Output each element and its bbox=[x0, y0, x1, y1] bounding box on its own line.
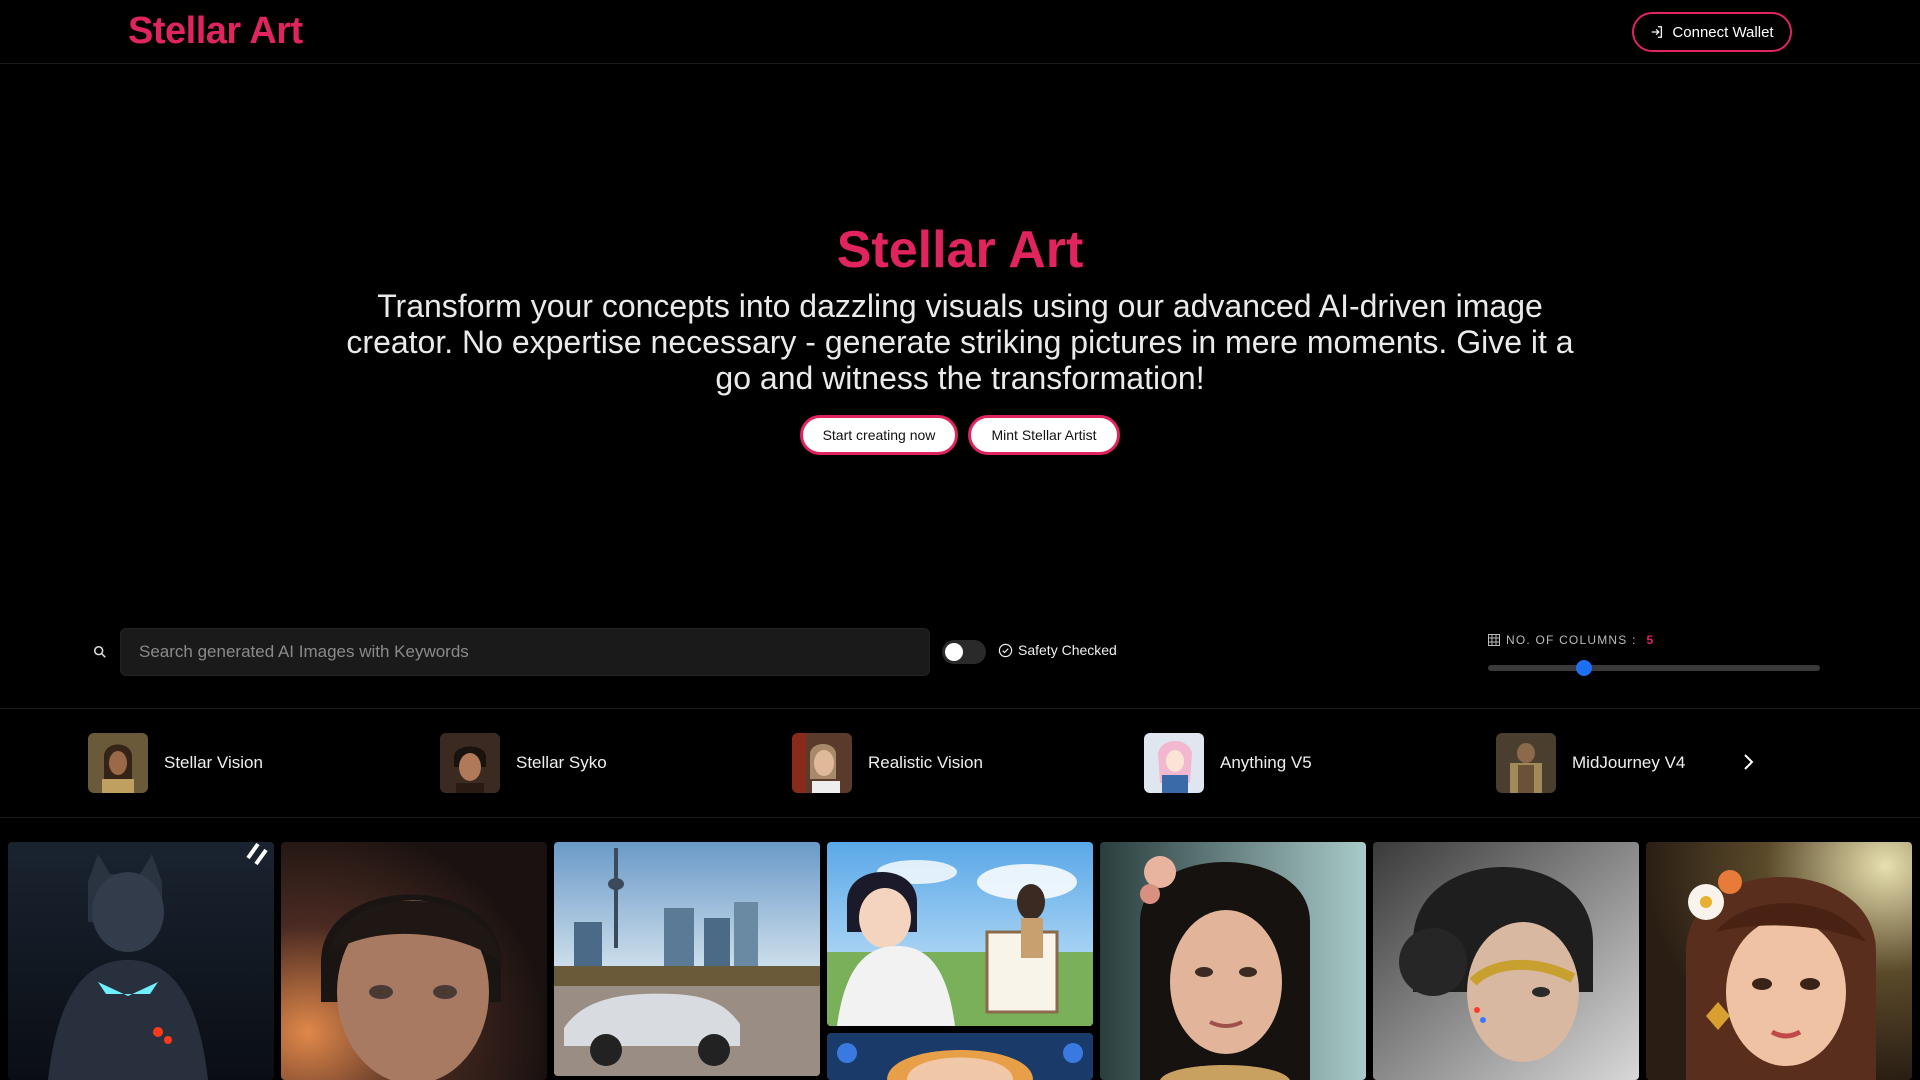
model-name: Realistic Vision bbox=[868, 753, 983, 772]
model-stellar-syko[interactable]: Stellar Syko bbox=[440, 732, 607, 794]
hero-actions: Start creating now Mint Stellar Artist bbox=[0, 415, 1920, 455]
robot-woman-image[interactable] bbox=[1373, 842, 1639, 1080]
search-icon bbox=[93, 645, 106, 658]
model-name: Stellar Syko bbox=[516, 753, 607, 772]
city-car-image[interactable] bbox=[554, 842, 820, 1076]
model-avatar bbox=[1496, 733, 1556, 793]
model-anything-v5[interactable]: Anything V5 bbox=[1144, 732, 1312, 794]
divider bbox=[0, 817, 1920, 818]
model-name: Stellar Vision bbox=[164, 753, 263, 772]
columns-control-label: NO. OF COLUMNS : 5 bbox=[1488, 633, 1654, 647]
hero-description: Transform your concepts into dazzling vi… bbox=[346, 288, 1574, 396]
batman-armor-image[interactable] bbox=[8, 842, 274, 1080]
anime-figure-image[interactable] bbox=[827, 1033, 1093, 1080]
connect-wallet-button[interactable]: Connect Wallet bbox=[1632, 12, 1792, 52]
search-input[interactable] bbox=[120, 628, 930, 676]
slider-thumb[interactable] bbox=[1576, 660, 1593, 676]
start-creating-button[interactable]: Start creating now bbox=[800, 415, 958, 455]
site-logo[interactable]: Stellar Art bbox=[128, 10, 303, 53]
check-circle-icon bbox=[998, 643, 1013, 657]
model-avatar bbox=[88, 733, 148, 793]
safety-label: Safety Checked bbox=[1018, 642, 1117, 658]
hero-title: Stellar Art bbox=[836, 221, 1084, 279]
model-avatar bbox=[440, 733, 500, 793]
model-midjourney-v4[interactable]: MidJourney V4 bbox=[1496, 732, 1685, 794]
columns-text: NO. OF COLUMNS : bbox=[1506, 633, 1637, 647]
woman-portrait-image[interactable] bbox=[1100, 842, 1366, 1080]
slider-track-fill bbox=[1488, 665, 1585, 671]
grid-icon bbox=[1488, 634, 1500, 646]
divider bbox=[0, 708, 1920, 709]
anime-painting-image[interactable] bbox=[827, 842, 1093, 1026]
top-navigation-bar: Stellar Art Connect Wallet bbox=[0, 0, 1920, 64]
model-avatar bbox=[1144, 733, 1204, 793]
columns-value: 5 bbox=[1646, 633, 1655, 647]
toggle-knob bbox=[945, 643, 963, 661]
safety-checked: Safety Checked bbox=[998, 642, 1117, 658]
columns-slider[interactable] bbox=[1488, 660, 1820, 676]
model-avatar bbox=[792, 733, 852, 793]
chevron-right-icon[interactable] bbox=[1736, 750, 1760, 774]
child-portrait-image[interactable] bbox=[281, 842, 547, 1080]
model-name: MidJourney V4 bbox=[1572, 753, 1686, 772]
model-realistic-vision[interactable]: Realistic Vision bbox=[792, 732, 983, 794]
mint-artist-button[interactable]: Mint Stellar Artist bbox=[968, 415, 1120, 455]
model-stellar-vision[interactable]: Stellar Vision bbox=[88, 732, 263, 794]
login-icon bbox=[1652, 26, 1663, 38]
connect-wallet-label: Connect Wallet bbox=[1672, 23, 1774, 41]
model-name: Anything V5 bbox=[1220, 753, 1312, 772]
safety-toggle[interactable] bbox=[942, 640, 986, 664]
flower-girl-image[interactable] bbox=[1646, 842, 1912, 1080]
